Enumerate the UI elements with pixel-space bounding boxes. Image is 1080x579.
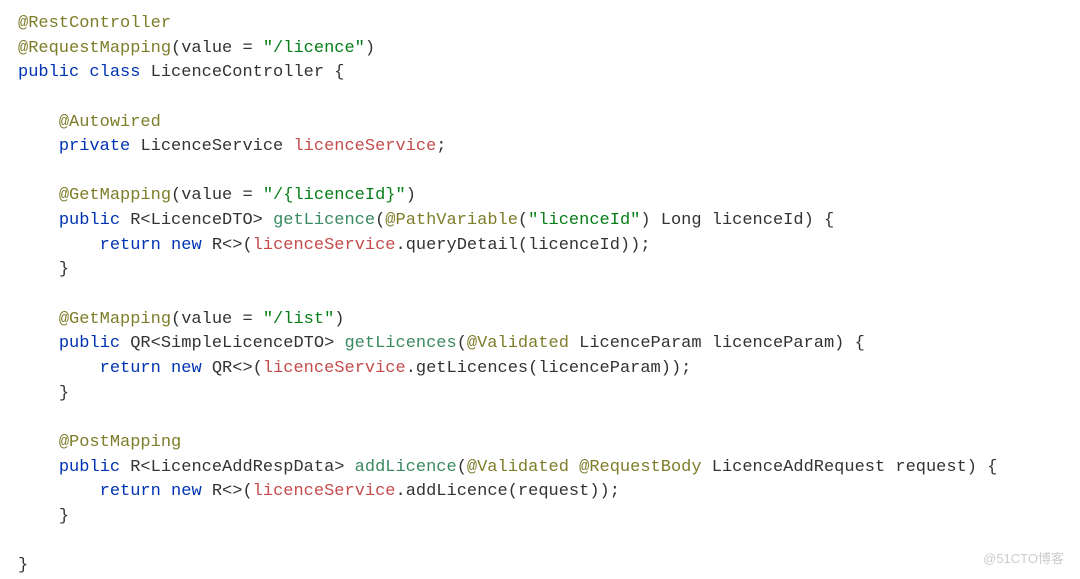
annotation: @Validated [467, 458, 579, 477]
string-literal: "/{licenceId}" [263, 186, 406, 205]
code-text: R<>( [212, 482, 253, 501]
field-ref: licenceService [263, 359, 406, 378]
code-text: } [59, 507, 69, 526]
annotation: @RequestBody [579, 458, 712, 477]
keyword: new [171, 482, 212, 501]
code-text: LicenceParam licenceParam) { [579, 334, 865, 353]
code-text: ( [457, 458, 467, 477]
code-text: (value = [171, 186, 263, 205]
field-ref: licenceService [253, 482, 396, 501]
method-name: getLicence [273, 211, 375, 230]
string-literal: "/licence" [263, 39, 365, 58]
class-name: LicenceController { [151, 63, 345, 82]
code-text: } [59, 384, 69, 403]
code-text: ) Long licenceId) { [640, 211, 834, 230]
code-text: (value = [171, 310, 263, 329]
string-literal: "licenceId" [528, 211, 640, 230]
code-block: @RestController @RequestMapping(value = … [18, 12, 1062, 579]
keyword: new [171, 359, 212, 378]
string-literal: "/list" [263, 310, 334, 329]
method-name: getLicences [344, 334, 456, 353]
keyword: public [59, 334, 130, 353]
keyword: private [59, 137, 141, 156]
code-text: ( [375, 211, 385, 230]
keyword: public [59, 458, 130, 477]
keyword: return [100, 359, 171, 378]
annotation: @PathVariable [385, 211, 518, 230]
keyword: public [18, 63, 89, 82]
field-name: licenceService [293, 137, 436, 156]
method-name: addLicence [355, 458, 457, 477]
annotation: @RestController [18, 14, 171, 33]
code-text: .addLicence(request)); [396, 482, 620, 501]
code-text: ) [406, 186, 416, 205]
keyword: return [100, 236, 171, 255]
code-text: ; [436, 137, 446, 156]
code-text: ( [518, 211, 528, 230]
keyword: public [59, 211, 130, 230]
code-text: R<>( [212, 236, 253, 255]
code-text: QR<>( [212, 359, 263, 378]
code-text: ) [334, 310, 344, 329]
code-text: .queryDetail(licenceId)); [396, 236, 651, 255]
code-text: .getLicences(licenceParam)); [406, 359, 692, 378]
code-text: } [18, 556, 28, 575]
annotation: @Autowired [59, 113, 161, 132]
annotation: @GetMapping [59, 186, 171, 205]
field-ref: licenceService [253, 236, 396, 255]
type: R<LicenceAddRespData> [130, 458, 354, 477]
code-text: (value = [171, 39, 263, 58]
watermark-text: @51CTO博客 [983, 550, 1064, 569]
code-text: ) [365, 39, 375, 58]
annotation: @PostMapping [59, 433, 181, 452]
keyword: class [89, 63, 150, 82]
keyword: return [100, 482, 171, 501]
code-text: ( [457, 334, 467, 353]
type: QR<SimpleLicenceDTO> [130, 334, 344, 353]
annotation: @Validated [467, 334, 579, 353]
annotation: @GetMapping [59, 310, 171, 329]
type: LicenceService [140, 137, 293, 156]
keyword: new [171, 236, 212, 255]
type: R<LicenceDTO> [130, 211, 273, 230]
annotation: @RequestMapping [18, 39, 171, 58]
code-text: } [59, 260, 69, 279]
code-text: LicenceAddRequest request) { [712, 458, 998, 477]
